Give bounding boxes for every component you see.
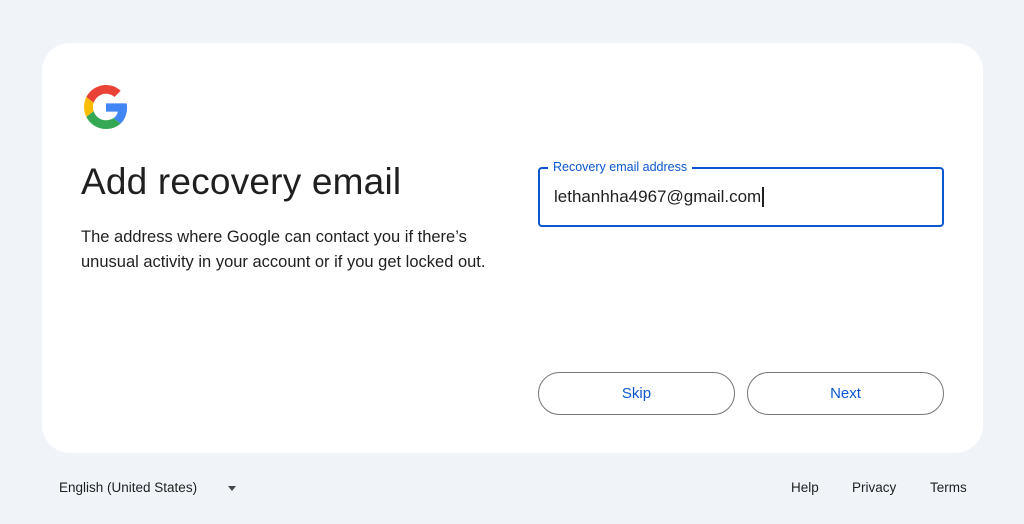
recovery-email-input[interactable]: lethanhha4967@gmail.com	[554, 185, 924, 209]
text-caret	[762, 187, 764, 207]
next-button[interactable]: Next	[747, 372, 944, 415]
dropdown-arrow-icon[interactable]	[228, 486, 236, 491]
privacy-link[interactable]: Privacy	[852, 480, 896, 495]
skip-button[interactable]: Skip	[538, 372, 735, 415]
signin-card: Add recovery email The address where Goo…	[42, 43, 983, 453]
help-link[interactable]: Help	[791, 480, 819, 495]
recovery-email-label: Recovery email address	[548, 159, 693, 175]
language-label: English (United States)	[59, 480, 198, 495]
terms-link[interactable]: Terms	[930, 480, 967, 495]
recovery-email-field[interactable]: Recovery email address lethanhha4967@gma…	[538, 159, 944, 227]
language-selector[interactable]: English (United States)	[59, 480, 197, 495]
recovery-email-value: lethanhha4967@gmail.com	[554, 187, 762, 206]
google-g-logo-icon	[84, 85, 128, 129]
page-description: The address where Google can contact you…	[81, 228, 486, 271]
footer: English (United States) Help Privacy Ter…	[0, 472, 1024, 504]
page-title: Add recovery email	[81, 161, 402, 202]
